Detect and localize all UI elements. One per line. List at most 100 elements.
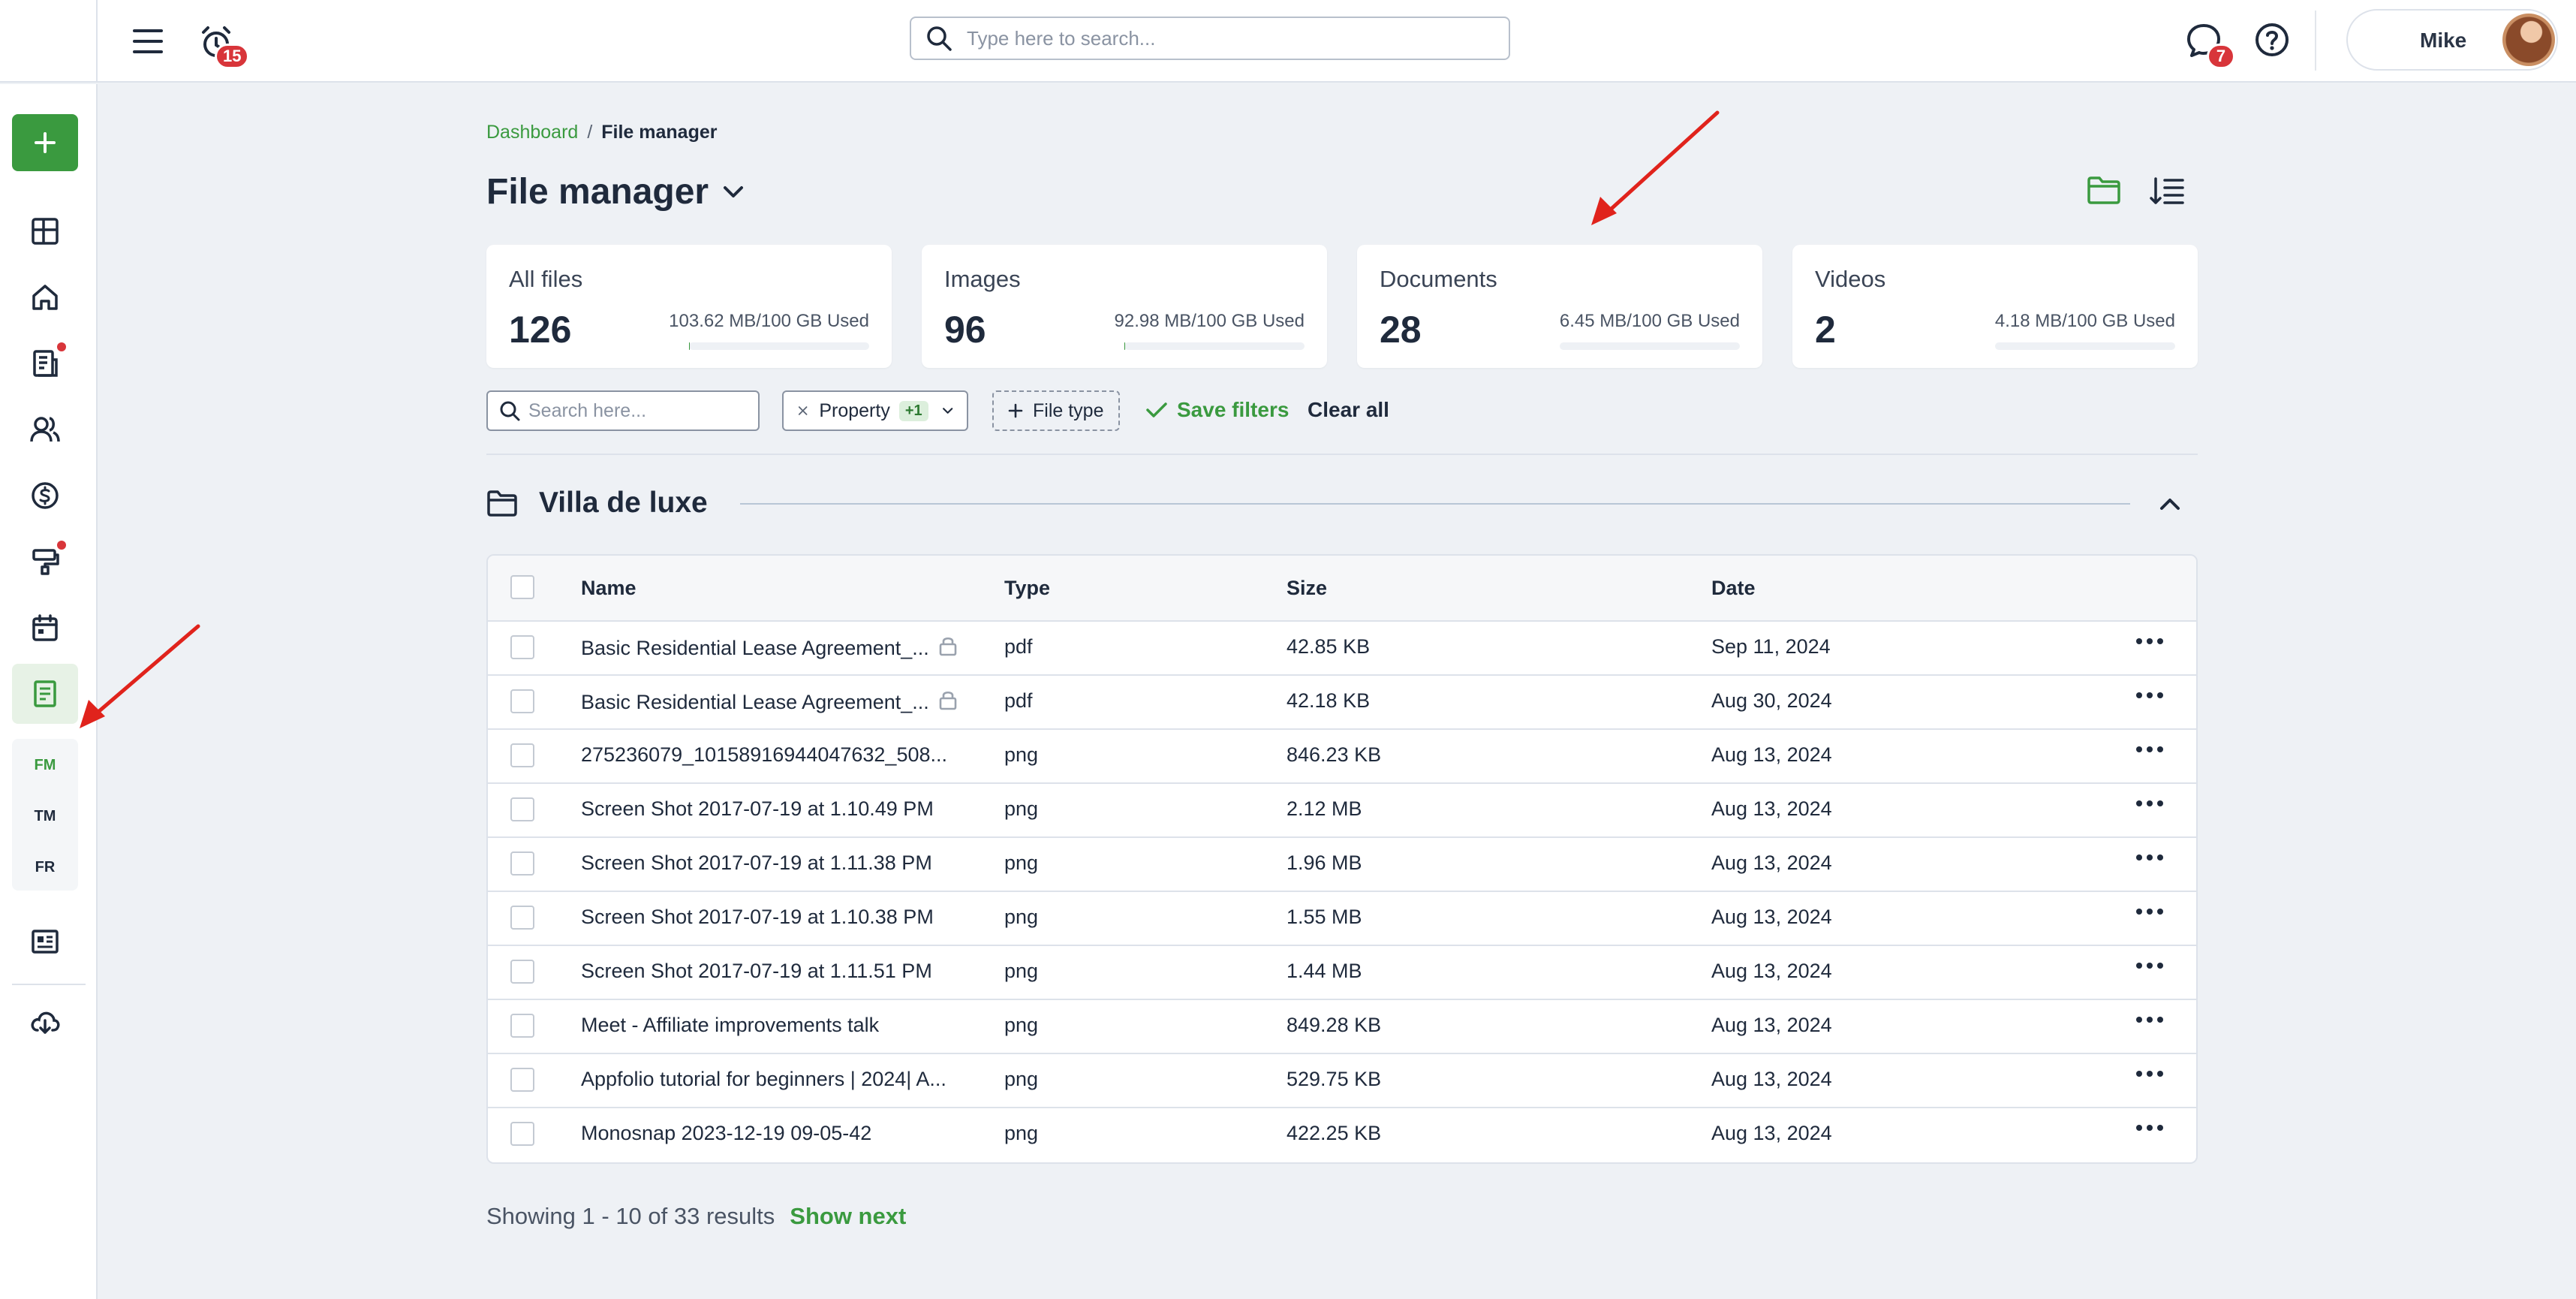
file-size: 2.12 MB — [1286, 797, 1362, 820]
more-actions-icon[interactable] — [2136, 1017, 2163, 1023]
global-search-input[interactable] — [967, 26, 1477, 50]
folder-view-icon[interactable] — [2087, 176, 2121, 208]
row-checkbox[interactable] — [510, 635, 534, 659]
show-next-link[interactable]: Show next — [790, 1203, 906, 1230]
submenu-item-fm[interactable]: FM — [12, 757, 78, 774]
clear-all-button[interactable]: Clear all — [1308, 398, 1389, 422]
file-search-input[interactable] — [528, 399, 754, 422]
user-name: Mike — [2420, 29, 2467, 52]
folder-group-title: Villa de luxe — [539, 487, 708, 519]
table-row[interactable]: Basic Residential Lease Agreement_... pdf… — [488, 622, 2196, 676]
remove-filter-icon[interactable] — [797, 402, 808, 419]
pagination: Showing 1 - 10 of 33 results Show next — [486, 1203, 906, 1230]
cloud-download-icon[interactable] — [23, 1000, 68, 1045]
column-header-size[interactable]: Size — [1286, 577, 1327, 600]
row-checkbox[interactable] — [510, 797, 534, 821]
file-type: png — [1004, 906, 1039, 928]
more-actions-icon[interactable] — [2136, 1071, 2163, 1077]
file-name-cell[interactable]: Monosnap 2023-12-19 09-05-42 — [581, 1122, 871, 1145]
stat-usage-text: 103.62 MB/100 GB Used — [669, 311, 869, 331]
collapse-group-button[interactable] — [2151, 485, 2189, 523]
column-header-name[interactable]: Name — [581, 577, 636, 600]
home-icon[interactable] — [23, 275, 68, 320]
more-actions-icon[interactable] — [2136, 692, 2163, 698]
more-actions-icon[interactable] — [2136, 1125, 2163, 1131]
property-filter-chip[interactable]: Property +1 — [782, 390, 968, 431]
file-name-cell[interactable]: Meet - Affiliate improvements talk — [581, 1014, 879, 1037]
file-type-filter-chip[interactable]: File type — [992, 390, 1120, 431]
stat-usage-bar — [1560, 342, 1740, 350]
search-icon — [927, 26, 952, 51]
pagination-summary: Showing 1 - 10 of 33 results — [486, 1203, 775, 1229]
stat-card-all-files[interactable]: All files 126 103.62 MB/100 GB Used — [486, 245, 892, 368]
select-all-checkbox[interactable] — [510, 575, 534, 599]
file-size: 42.85 KB — [1286, 635, 1371, 658]
dashboard-icon[interactable] — [23, 209, 68, 254]
file-name-cell[interactable]: Basic Residential Lease Agreement_... — [581, 635, 958, 662]
file-name-cell[interactable]: 275236079_10158916944047632_508... — [581, 743, 947, 767]
table-row[interactable]: 275236079_10158916944047632_508... png 846… — [488, 730, 2196, 784]
file-size: 1.44 MB — [1286, 960, 1362, 982]
stat-card-documents[interactable]: Documents 28 6.45 MB/100 GB Used — [1357, 245, 1762, 368]
file-name: Monosnap 2023-12-19 09-05-42 — [581, 1122, 872, 1144]
breadcrumb-current: File manager — [601, 122, 718, 143]
table-row[interactable]: Appfolio tutorial for beginners | 2024| … — [488, 1054, 2196, 1108]
add-button[interactable] — [12, 114, 78, 171]
file-name-cell[interactable]: Basic Residential Lease Agreement_... — [581, 689, 958, 716]
listing-icon[interactable] — [23, 919, 68, 964]
row-checkbox[interactable] — [510, 1122, 534, 1146]
dollar-icon[interactable] — [23, 473, 68, 518]
messages-badge: 7 — [2207, 44, 2235, 69]
more-actions-icon[interactable] — [2136, 854, 2163, 860]
row-checkbox[interactable] — [510, 743, 534, 767]
calendar-icon[interactable] — [23, 605, 68, 650]
file-name-cell[interactable]: Screen Shot 2017-07-19 at 1.10.38 PM — [581, 906, 934, 929]
file-search[interactable] — [486, 390, 760, 431]
save-filters-button[interactable]: Save filters — [1145, 398, 1289, 422]
stat-card-images[interactable]: Images 96 92.98 MB/100 GB Used — [922, 245, 1327, 368]
people-icon[interactable] — [23, 407, 68, 452]
table-row[interactable]: Screen Shot 2017-07-19 at 1.10.38 PM png 1… — [488, 892, 2196, 946]
table-row[interactable]: Screen Shot 2017-07-19 at 1.11.38 PM png 1… — [488, 838, 2196, 892]
list-view-icon[interactable] — [2150, 176, 2184, 211]
submenu-item-fr[interactable]: FR — [12, 859, 78, 876]
row-checkbox[interactable] — [510, 851, 534, 876]
breadcrumb-dashboard-link[interactable]: Dashboard — [486, 122, 578, 143]
row-checkbox[interactable] — [510, 1068, 534, 1092]
more-actions-icon[interactable] — [2136, 800, 2163, 806]
more-actions-icon[interactable] — [2136, 909, 2163, 915]
user-menu[interactable]: Mike — [2346, 9, 2558, 71]
file-name-cell[interactable]: Screen Shot 2017-07-19 at 1.11.38 PM — [581, 851, 932, 875]
file-name-cell[interactable]: Screen Shot 2017-07-19 at 1.11.51 PM — [581, 960, 932, 983]
row-checkbox[interactable] — [510, 689, 534, 713]
more-actions-icon[interactable] — [2136, 963, 2163, 969]
stat-usage-bar — [1124, 342, 1305, 350]
annotation-arrow-documents — [1591, 110, 1720, 225]
table-row[interactable]: Screen Shot 2017-07-19 at 1.11.51 PM png 1… — [488, 946, 2196, 1000]
submenu-item-tm[interactable]: TM — [12, 808, 78, 825]
global-search[interactable] — [910, 17, 1510, 60]
row-checkbox[interactable] — [510, 906, 534, 930]
table-row[interactable]: Monosnap 2023-12-19 09-05-42 png 422.25 KB… — [488, 1108, 2196, 1162]
menu-icon[interactable] — [128, 21, 168, 62]
stat-card-videos[interactable]: Videos 2 4.18 MB/100 GB Used — [1792, 245, 2198, 368]
file-name-cell[interactable]: Screen Shot 2017-07-19 at 1.10.49 PM — [581, 797, 934, 821]
row-checkbox[interactable] — [510, 960, 534, 984]
column-header-type[interactable]: Type — [1004, 577, 1050, 600]
file-type: png — [1004, 743, 1039, 766]
maintenance-alert-dot — [57, 541, 66, 550]
more-actions-icon[interactable] — [2136, 746, 2163, 752]
file-icon[interactable] — [23, 671, 68, 716]
file-name: 275236079_10158916944047632_508... — [581, 743, 948, 766]
table-row[interactable]: Meet - Affiliate improvements talk png 849… — [488, 1000, 2196, 1054]
column-header-date[interactable]: Date — [1711, 577, 1756, 600]
file-name-cell[interactable]: Appfolio tutorial for beginners | 2024| … — [581, 1068, 946, 1091]
help-icon[interactable] — [2249, 17, 2295, 63]
row-checkbox[interactable] — [510, 1014, 534, 1038]
stat-label: All files — [509, 266, 583, 292]
file-name: Screen Shot 2017-07-19 at 1.11.38 PM — [581, 851, 932, 874]
more-actions-icon[interactable] — [2136, 638, 2163, 644]
table-row[interactable]: Screen Shot 2017-07-19 at 1.10.49 PM png 2… — [488, 784, 2196, 838]
page-title-dropdown[interactable]: File manager — [486, 171, 745, 212]
table-row[interactable]: Basic Residential Lease Agreement_... pdf… — [488, 676, 2196, 730]
